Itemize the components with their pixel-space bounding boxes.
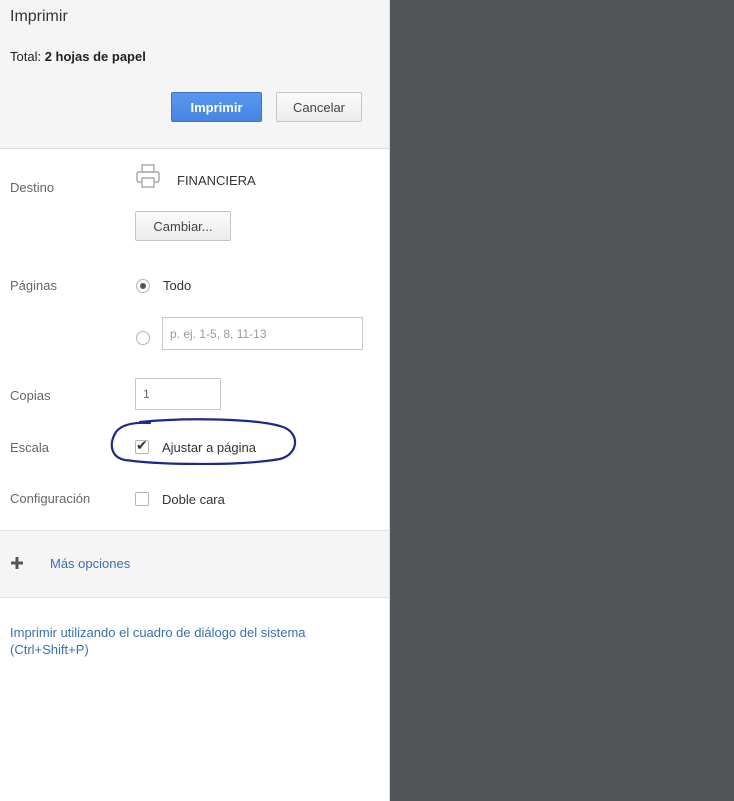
pages-all-label: Todo [163, 278, 192, 293]
cancel-button[interactable]: Cancelar [276, 92, 362, 122]
print-preview-area [390, 0, 734, 801]
copies-label: Copias [10, 388, 51, 403]
destination-label: Destino [10, 180, 55, 195]
sheet-total: Total: 2 hojas de papel [10, 49, 146, 64]
print-button[interactable]: Imprimir [171, 92, 262, 122]
print-settings-sidebar: Imprimir Total: 2 hojas de papel Imprimi… [0, 0, 389, 801]
plus-icon [11, 557, 23, 569]
settings-label: Configuración [10, 491, 91, 506]
page-title: Imprimir [10, 8, 68, 25]
copies-input[interactable]: 1 [135, 378, 221, 410]
change-destination-button[interactable]: Cambiar... [135, 211, 231, 241]
hand-drawn-highlight [110, 418, 297, 465]
pages-range-radio[interactable] [136, 331, 150, 345]
printer-icon [136, 164, 160, 188]
print-header: Imprimir Total: 2 hojas de papel Imprimi… [0, 0, 389, 149]
pages-all-radio[interactable] [136, 279, 150, 293]
pages-label: Páginas [10, 278, 57, 293]
more-options-label: Más opciones [50, 556, 131, 571]
total-prefix: Total: [10, 49, 45, 64]
more-options-row[interactable]: Más opciones [0, 530, 389, 598]
duplex-checkbox[interactable] [135, 492, 149, 506]
printer-name: FINANCIERA [177, 173, 256, 188]
total-value: 2 hojas de papel [44, 49, 146, 64]
system-dialog-link[interactable]: Imprimir utilizando el cuadro de diálogo… [10, 624, 350, 658]
pages-range-input[interactable]: p. ej. 1-5, 8, 11-13 [162, 317, 363, 350]
duplex-label: Doble cara [162, 492, 225, 507]
scale-label: Escala [10, 440, 50, 455]
